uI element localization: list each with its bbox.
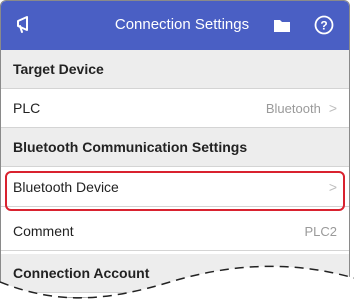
bluetooth-device-row[interactable]: Bluetooth Device > (1, 168, 349, 207)
section-target-device: Target Device (1, 50, 349, 89)
torn-edge (0, 265, 354, 304)
comment-row[interactable]: Comment PLC2 (1, 212, 349, 251)
folder-icon[interactable] (272, 15, 292, 35)
help-icon[interactable]: ? (313, 14, 335, 36)
section-bluetooth-communication-settings: Bluetooth Communication Settings (1, 128, 349, 167)
plc-row[interactable]: PLC Bluetooth > (1, 89, 349, 128)
page-title: Connection Settings (114, 16, 250, 33)
header-bar: Connection Settings ? (1, 1, 349, 50)
chevron-right-icon: > (328, 179, 337, 195)
row-value: PLC2 (304, 223, 337, 239)
row-label: Bluetooth Device (13, 179, 119, 195)
section-label: Bluetooth Communication Settings (13, 139, 248, 155)
row-value: Bluetooth (265, 100, 321, 116)
section-label: Target Device (13, 61, 104, 77)
svg-text:?: ? (320, 19, 327, 33)
row-label: PLC (13, 100, 41, 116)
chevron-right-icon: > (328, 100, 337, 116)
row-label: Comment (13, 223, 74, 239)
